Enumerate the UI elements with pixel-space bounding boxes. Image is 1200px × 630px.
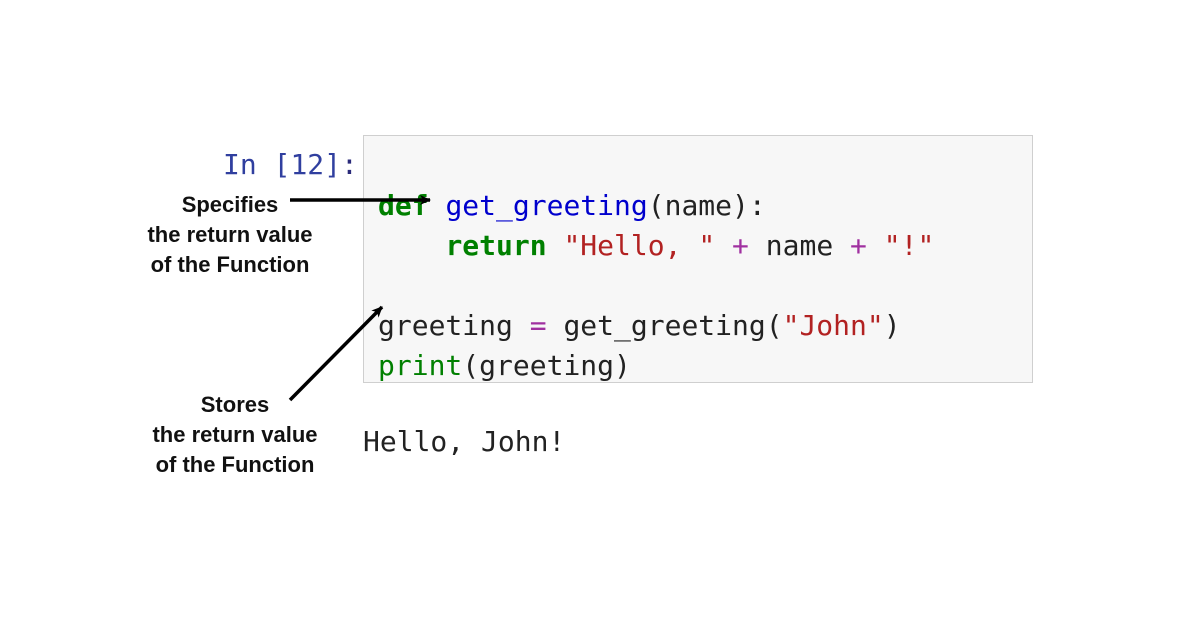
- diagram-stage: In [12]: def get_greeting(name): return …: [0, 0, 1200, 630]
- arrow-icon: [0, 0, 1200, 630]
